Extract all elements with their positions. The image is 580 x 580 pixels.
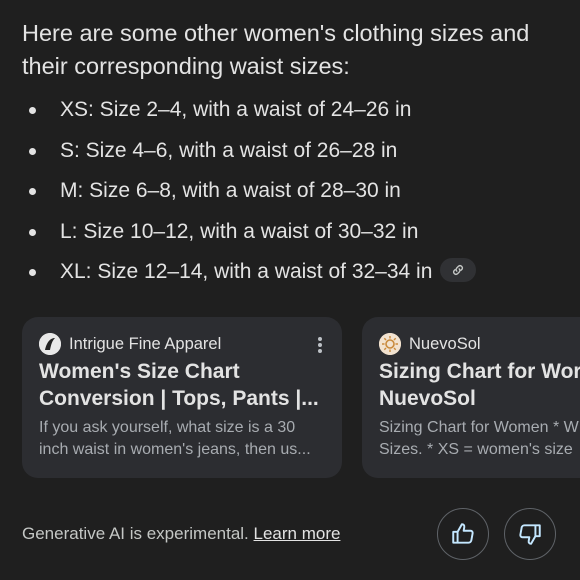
list-item: XL: Size 12–14, with a waist of 32–34 in [22,252,580,293]
ai-disclaimer: Generative AI is experimental. Learn mor… [22,524,340,544]
card-title-line: Conversion | Tops, Pants |... [39,387,319,410]
bullet-dot [29,228,36,236]
bullet-dot [29,188,36,195]
source-card-nuevosol[interactable]: NuevoSol Sizing Chart for Wor NuevoSol S… [362,317,580,478]
source-link-chip[interactable] [440,258,477,283]
card-snippet: Sizing Chart for Women * W Sizes. * XS =… [379,417,580,461]
thumbs-up-button[interactable] [437,508,489,560]
card-source-name: NuevoSol [409,334,481,353]
list-item: M: Size 6–8, with a waist of 28–30 in [22,171,580,212]
list-item: L: Size 10–12, with a waist of 30–32 in [22,212,580,253]
bullet-dot [29,107,36,114]
card-snippet-line: If you ask yourself, what size is a 30 [39,419,296,436]
bullet-dot [29,269,36,276]
size-list: XS: Size 2–4, with a waist of 24–26 in S… [22,90,580,293]
card-snippet: If you ask yourself, what size is a 30 i… [39,417,332,461]
card-snippet-line: Sizing Chart for Women * W [379,419,579,436]
card-title-line: Women's Size Chart [39,360,240,383]
sun-favicon-icon [379,333,401,355]
card-title: Sizing Chart for Wor NuevoSol [379,358,580,412]
size-xs: XS: Size 2–4, with a waist of 24–26 in [60,98,412,121]
size-m: M: Size 6–8, with a waist of 28–30 in [60,179,401,202]
favicon-icon [39,333,61,355]
card-title-line: Sizing Chart for Wor [379,360,580,383]
size-l: L: Size 10–12, with a waist of 30–32 in [60,219,419,243]
more-vert-icon[interactable] [317,337,323,353]
size-xl: XL: Size 12–14, with a waist of 32–34 in [60,260,433,283]
card-title-line: NuevoSol [379,387,476,410]
card-source-name: Intrigue Fine Apparel [69,334,222,353]
thumbs-down-icon [519,524,541,545]
thumbs-down-button[interactable] [504,508,556,560]
learn-more-link[interactable]: Learn more [254,524,341,543]
card-title: Women's Size Chart Conversion | Tops, Pa… [39,358,332,412]
thumbs-up-icon [452,523,474,544]
source-card-intrigue[interactable]: Intrigue Fine Apparel Women's Size Chart… [22,317,342,478]
card-snippet-line: Sizes. * XS = women's size [379,441,573,458]
card-source: NuevoSol [379,333,481,355]
card-source: Intrigue Fine Apparel [39,333,221,355]
card-snippet-line: inch waist in women's jeans, then us... [39,441,311,458]
disclaimer-text: Generative AI is experimental. [22,524,249,543]
link-icon [453,265,464,276]
size-s: S: Size 4–6, with a waist of 26–28 in [60,138,398,162]
list-item: XS: Size 2–4, with a waist of 24–26 in [22,90,580,131]
list-item: S: Size 4–6, with a waist of 26–28 in [22,131,580,172]
bullet-dot [29,147,36,155]
intro-text: Here are some other women's clothing siz… [22,20,530,79]
